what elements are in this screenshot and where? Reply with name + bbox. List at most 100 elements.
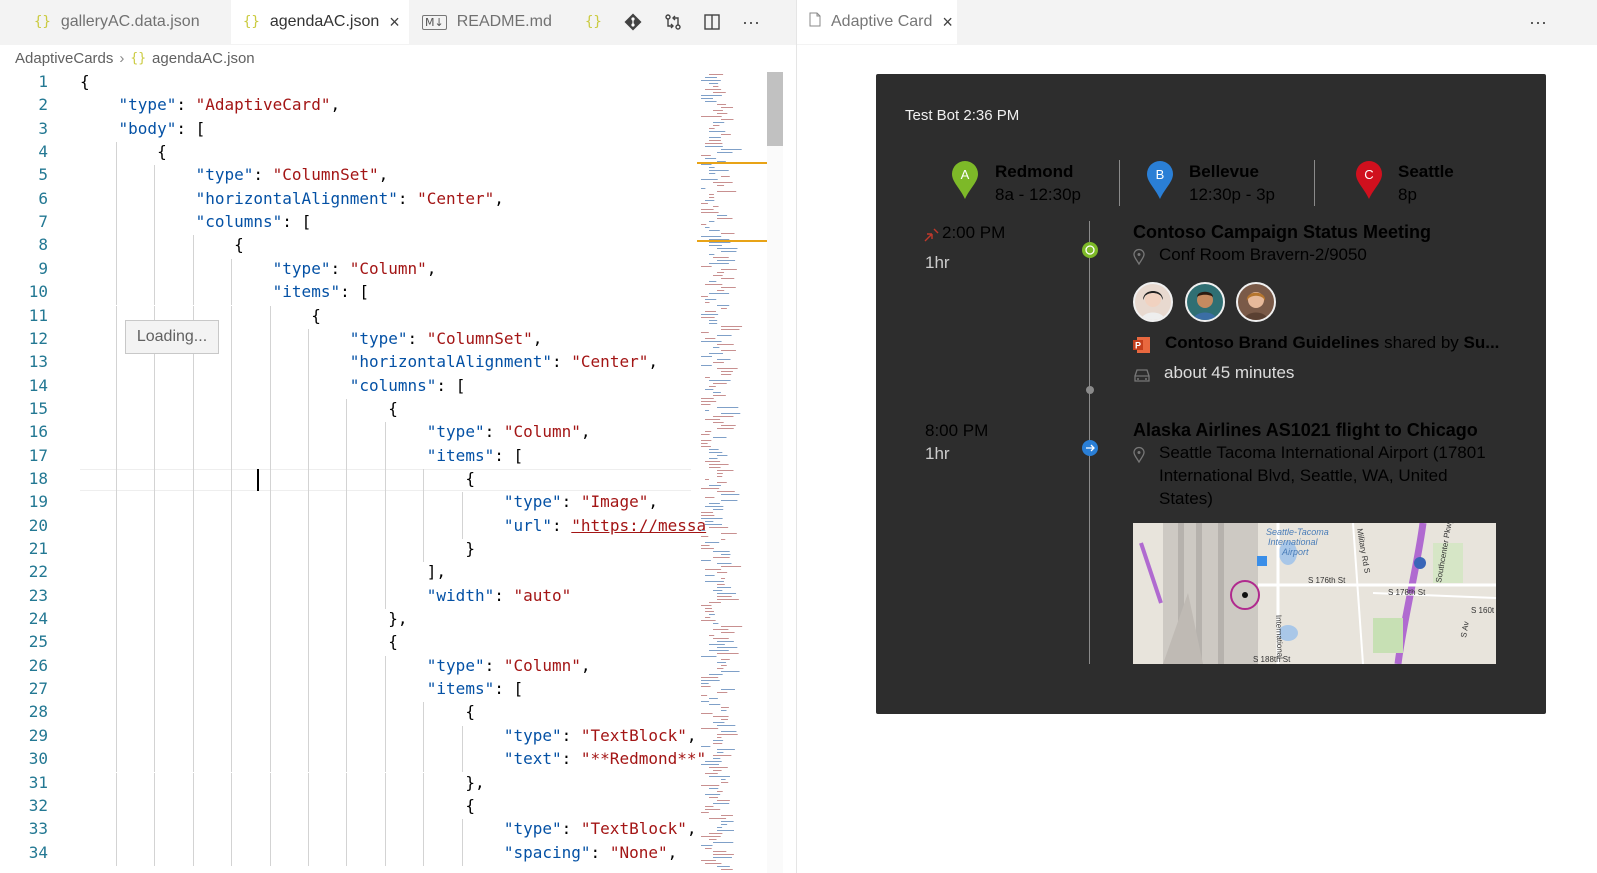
split-editor-icon[interactable] [700,10,724,34]
code-token: { [80,142,167,162]
code-line[interactable]: "items": [ [80,679,523,698]
code-token: "Center" [417,188,495,208]
indent-guide [192,679,194,703]
breadcrumb-folder[interactable]: AdaptiveCards [15,50,113,67]
indent-guide [154,819,156,843]
indent-guide [308,375,309,399]
code-token: : [ [494,679,524,699]
map-label-street: S 178th St [1388,588,1426,597]
code-line[interactable]: "horizontalAlignment": "Center", [80,352,658,371]
avatar[interactable] [1133,282,1173,322]
indent-guide [231,842,233,866]
shared-doc-title[interactable]: Contoso Brand Guidelines [1165,333,1379,352]
code-editor[interactable]: 1{2 "type": "AdaptiveCard", 3 "body": [4 … [0,72,766,873]
code-line[interactable]: "text": "**Redmond**" [80,749,706,768]
code-line[interactable]: "type": "ColumnSet", [80,165,389,184]
tab-readme-md[interactable]: M↓ README.md [410,0,572,44]
scrollbar-track[interactable] [767,72,783,873]
code-token: , [648,352,658,372]
indent-guide [192,842,194,866]
code-token: "width" [426,585,495,605]
code-token: "type" [503,725,562,745]
indent-guide [346,445,348,469]
code-line[interactable]: "type": "TextBlock", [80,726,697,745]
code-line[interactable]: "horizontalAlignment": "Center", [80,189,504,208]
close-icon[interactable]: × [389,12,400,33]
event2-title[interactable]: Alaska Airlines AS1021 flight to Chicago [1133,420,1478,441]
tab-agenda-ac-json[interactable]: {} agendaAC.json × [231,0,409,44]
code-line[interactable]: } [80,539,475,558]
code-token: , [580,655,591,675]
indent-guide [269,398,271,423]
code-line[interactable]: { [80,142,167,161]
tab-overflow-json[interactable]: {} [573,0,613,44]
event1-title[interactable]: Contoso Campaign Status Meeting [1133,222,1431,243]
code-token: { [80,235,244,255]
code-line[interactable]: { [80,72,90,91]
code-line[interactable]: "columns": [ [80,212,312,231]
indent-guide [192,445,194,469]
json-file-icon: {} [585,14,602,30]
code-token: { [80,468,475,488]
code-line[interactable]: "type": "AdaptiveCard", [80,95,341,114]
minimap[interactable] [697,72,767,873]
code-line[interactable]: "items": [ [80,446,523,465]
location-name-seattle: Seattle [1398,162,1454,181]
close-icon[interactable]: × [942,12,953,33]
avatar[interactable] [1236,282,1276,322]
location-time-redmond: 8a - 12:30p [995,185,1082,204]
indent-guide [423,515,425,539]
tab-gallery-ac-data-json[interactable]: {} galleryAC.data.json [22,0,230,44]
code-line[interactable]: "spacing": "None", [80,843,677,862]
code-token: "Column" [349,258,427,278]
code-line[interactable]: { [80,235,244,254]
airport-map[interactable]: Seattle-Tacoma International Airport S 1… [1133,523,1496,664]
indent-guide [308,772,309,796]
scrollbar-thumb[interactable] [767,72,783,146]
code-line[interactable]: { [80,399,398,418]
code-token: "items" [426,445,495,465]
indent-guide [346,819,348,843]
code-token: : [561,749,581,769]
code-token: , [686,725,697,745]
code-line[interactable]: { [80,632,398,651]
avatar[interactable] [1185,282,1225,322]
code-line[interactable]: }, [80,609,407,628]
code-line[interactable]: { [80,796,475,815]
code-line[interactable]: "type": "Column", [80,656,591,675]
code-line[interactable]: "url": "https://messa [80,516,706,535]
more-actions-icon[interactable]: ··· [1526,10,1550,34]
indent-guide [154,679,156,703]
indent-guide [308,795,309,820]
code-token: { [80,632,398,652]
line-number: 17 [28,445,48,465]
breadcrumb-file[interactable]: agendaAC.json [152,50,255,67]
shared-doc-shared-text: shared by [1379,333,1464,352]
code-line[interactable]: { [80,469,475,488]
code-line[interactable]: "type": "Column", [80,422,591,441]
indent-guide [384,539,386,563]
code-line[interactable]: ], [80,562,446,581]
code-line[interactable]: "type": "Image", [80,492,658,511]
code-line[interactable]: "type": "TextBlock", [80,819,697,838]
svg-text:B: B [1156,167,1165,182]
code-line[interactable]: "body": [ [80,119,206,138]
shared-doc-author: Su... [1463,333,1500,352]
indent-guide [231,375,233,399]
more-actions-icon[interactable]: ··· [739,10,763,34]
code-token: { [80,398,398,418]
open-changes-icon[interactable] [661,10,685,34]
shared-doc-line[interactable]: Contoso Brand Guidelines shared by Su... [1165,333,1499,353]
location-time-bellevue: 12:30p - 3p [1189,185,1276,204]
git-compare-icon[interactable] [621,10,645,34]
code-line[interactable]: "columns": [ [80,376,466,395]
tab-adaptive-card[interactable]: Adaptive Card × [797,0,957,44]
code-line[interactable]: "items": [ [80,282,369,301]
indent-guide [231,305,233,329]
code-line[interactable]: { [80,702,475,721]
code-line[interactable]: "type": "Column", [80,258,437,278]
indent-guide [154,422,156,446]
